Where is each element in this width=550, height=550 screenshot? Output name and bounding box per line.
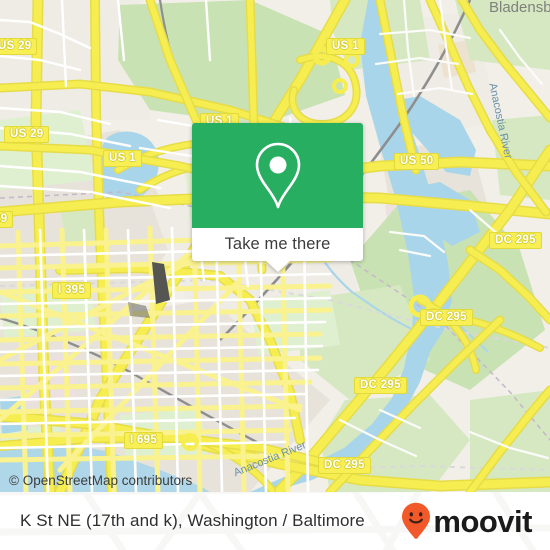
callout-action-panel[interactable]: Take me there xyxy=(192,228,363,272)
callout-icon-panel xyxy=(192,123,363,228)
road-shield: I 395 xyxy=(52,282,92,299)
road-shield: US 1 xyxy=(326,38,365,55)
map-canvas[interactable]: .land { fill:#f2efe9; } .built { fill:#e… xyxy=(0,0,550,492)
road-shield: 29 xyxy=(0,211,14,228)
osm-attribution[interactable]: © OpenStreetMap contributors xyxy=(9,473,192,488)
road-shield: DC 295 xyxy=(420,309,473,326)
road-shield: US 50 xyxy=(394,153,440,170)
road-shield: DC 295 xyxy=(489,232,542,249)
callout-tail xyxy=(265,261,290,272)
footer-bar: K St NE (17th and k), Washington / Balti… xyxy=(0,492,550,550)
road-shield: US 29 xyxy=(0,38,38,55)
road-shield: DC 295 xyxy=(354,377,407,394)
map-pin-icon xyxy=(250,140,306,212)
location-callout-card[interactable]: Take me there xyxy=(192,123,363,272)
moovit-map-screenshot: .land { fill:#f2efe9; } .built { fill:#e… xyxy=(0,0,550,550)
moovit-wordmark: moovit xyxy=(433,503,532,539)
road-shield: US 29 xyxy=(4,126,50,143)
moovit-smile-pin-icon xyxy=(401,502,431,540)
road-shield: US 1 xyxy=(103,150,142,167)
moovit-logo[interactable]: moovit xyxy=(401,502,532,540)
take-me-there-label: Take me there xyxy=(224,235,331,253)
map-label: Bladensburg xyxy=(489,0,550,16)
road-shield: I 695 xyxy=(124,432,164,449)
road-shield: DC 295 xyxy=(318,457,371,474)
location-title: K St NE (17th and k), Washington / Balti… xyxy=(20,511,365,530)
